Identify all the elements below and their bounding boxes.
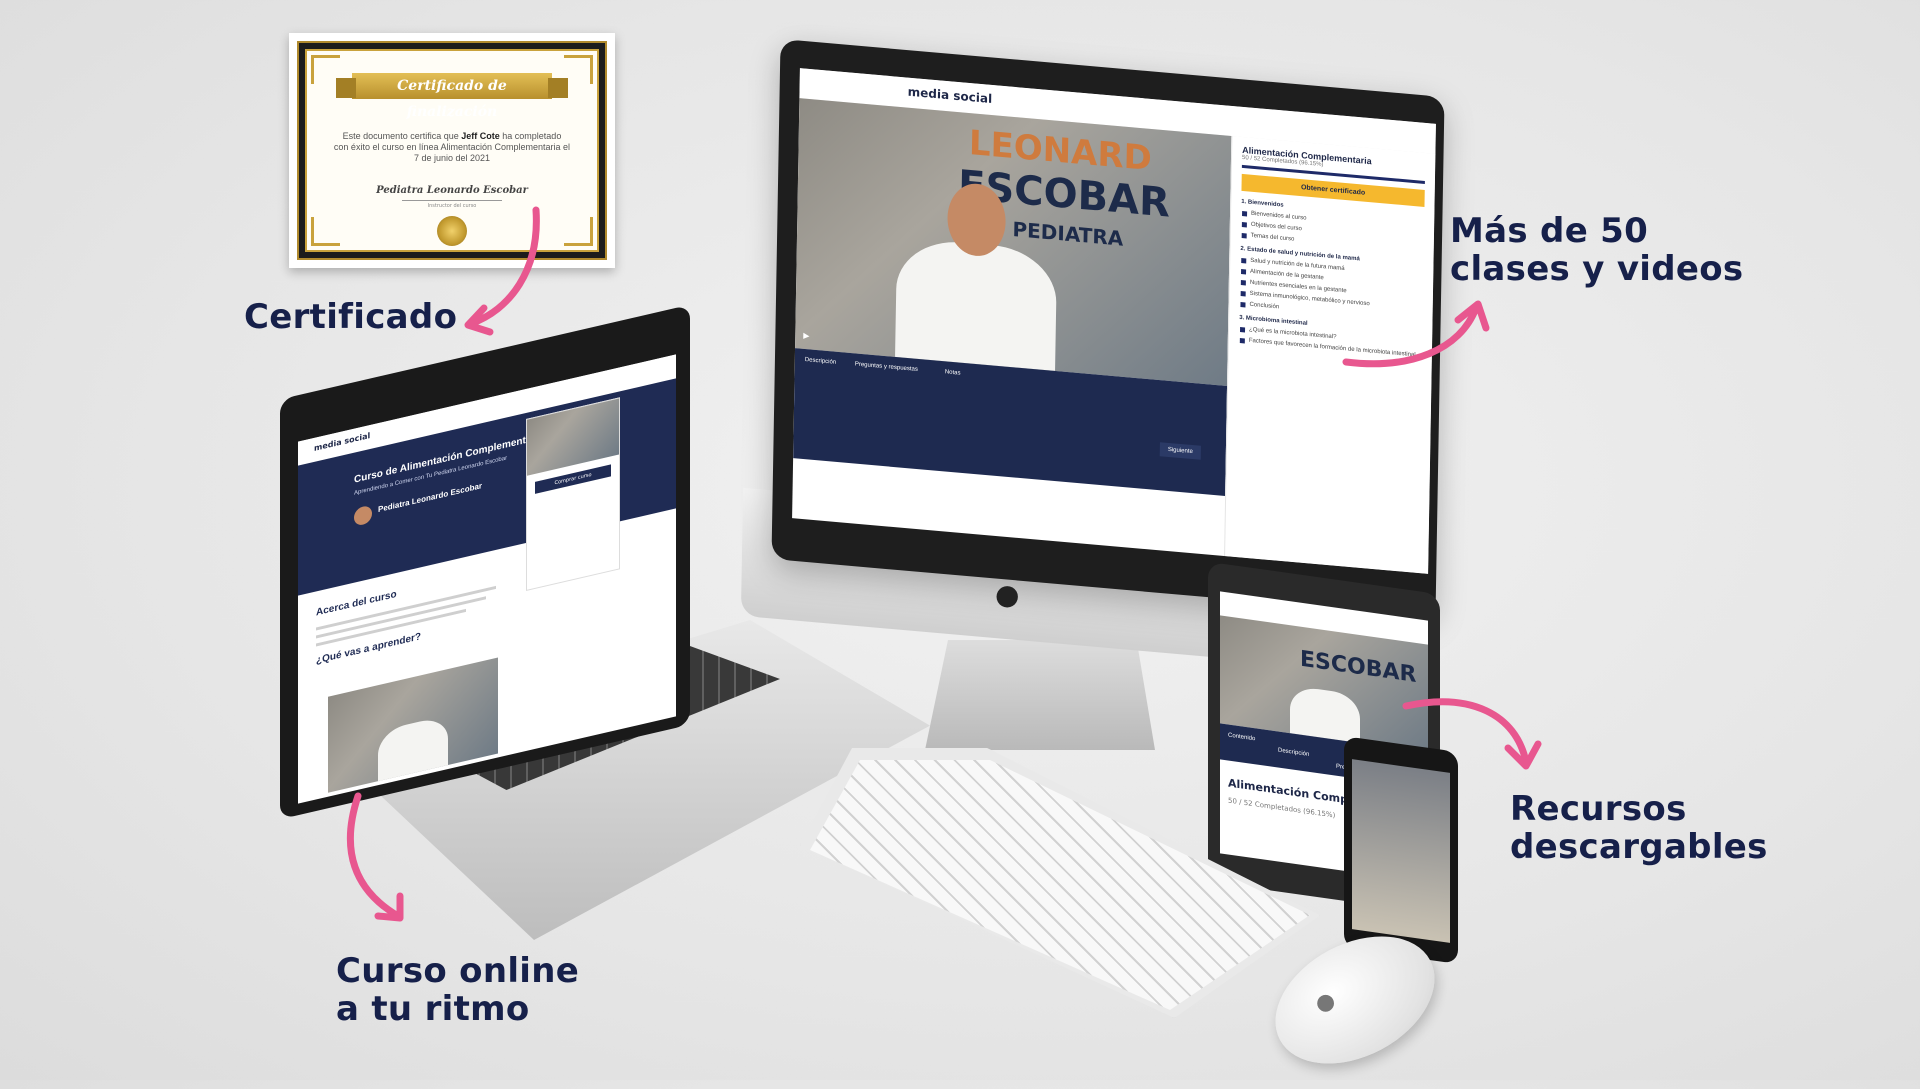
arrow-icon: [464, 206, 540, 336]
tab-description[interactable]: Descripción: [1278, 748, 1309, 758]
arrow-icon: [346, 792, 404, 922]
purchase-card: Comprar curso: [526, 397, 620, 591]
arrow-icon: [1402, 698, 1542, 770]
certificate-title: Certificado de finalización: [336, 73, 568, 120]
caption-certificate: Certificado: [244, 297, 458, 337]
certificate-text: Este documento certifica que Jeff Cote h…: [333, 131, 571, 163]
apple-logo-icon: ●: [995, 578, 1020, 611]
tab-notes[interactable]: Notas: [945, 369, 961, 376]
media-social-logo: media social: [907, 84, 993, 107]
apple-logo-icon: ●: [1316, 990, 1336, 1015]
play-icon[interactable]: ▶: [803, 331, 809, 341]
next-button[interactable]: Siguiente: [1159, 442, 1201, 460]
ornament-icon: [564, 55, 593, 84]
instructor-head: [1352, 859, 1380, 897]
tab-description[interactable]: Descripción: [805, 357, 836, 366]
caption-resources: Recursos descargables: [1510, 789, 1768, 867]
ornament-icon: [311, 217, 340, 246]
phone-screen: [1352, 759, 1450, 943]
tab-content[interactable]: Contenido: [1228, 733, 1255, 743]
video-sign-role: PEDIATRA: [1012, 216, 1124, 251]
learn-heading: ¿Qué vas a aprender?: [316, 631, 422, 667]
arrow-icon: [1342, 300, 1490, 368]
lesson-video[interactable]: LEONARD ESCOBAR PEDIATRA ▶: [795, 98, 1232, 386]
video-sign-name: ESCOBAR: [1300, 646, 1417, 688]
recipient-name: Jeff Cote: [461, 131, 500, 141]
caption-classes: Más de 50 clases y videos: [1450, 211, 1744, 289]
caption-course: Curso online a tu ritmo: [336, 951, 580, 1029]
imac-stand: [925, 640, 1155, 750]
certificate-signature: Pediatra Leonardo Escobar: [376, 185, 528, 196]
ornament-icon: [564, 217, 593, 246]
tab-questions[interactable]: Preguntas y respuestas: [855, 361, 918, 373]
avatar: [354, 504, 372, 527]
